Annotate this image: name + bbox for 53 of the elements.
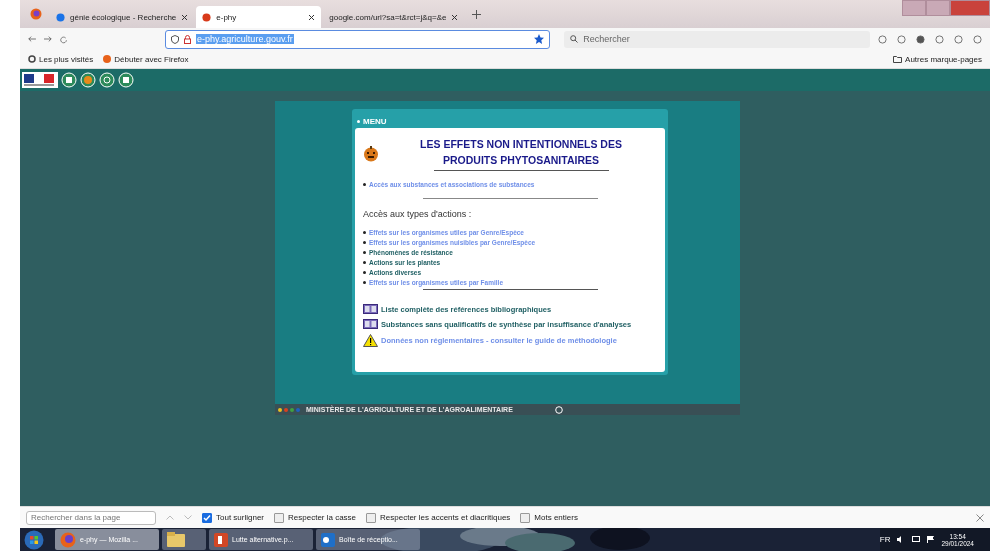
flag-icon[interactable]: [927, 536, 935, 543]
star-icon[interactable]: [534, 34, 545, 44]
folder-icon: [893, 55, 903, 63]
new-tab-icon[interactable]: [472, 9, 482, 19]
menu-label: MENU: [363, 117, 387, 127]
bookmarks-folder[interactable]: Autres marque-pages: [893, 54, 982, 64]
browser-tab[interactable]: génie écologique - Recherche: [50, 6, 195, 28]
option-label[interactable]: Respecter les accents et diacritiques: [380, 513, 511, 522]
folder-icon: [167, 532, 185, 547]
option-label[interactable]: Tout surligner: [216, 513, 265, 522]
bullet-icon: [363, 261, 366, 264]
bullet-icon: [357, 120, 360, 123]
checkbox[interactable]: [366, 512, 377, 523]
close-icon[interactable]: [181, 13, 189, 21]
option-label[interactable]: Mots entiers: [534, 513, 578, 522]
bookmark-link[interactable]: Débuter avec Firefox: [103, 54, 189, 64]
lock-icon: [184, 34, 191, 44]
dot-icon: [296, 407, 300, 412]
search-field[interactable]: Rechercher: [564, 30, 870, 48]
bullet-icon: [363, 281, 366, 284]
taskbar-button[interactable]: [162, 529, 206, 550]
bookmark-link[interactable]: Les plus visités: [28, 54, 94, 64]
forward-icon[interactable]: [43, 35, 52, 43]
book-icon: [363, 319, 378, 329]
warning-icon: [363, 334, 378, 347]
bullet-icon: [363, 231, 366, 234]
bullet-icon: [363, 251, 366, 254]
language-indicator[interactable]: FR: [879, 535, 891, 544]
bullet-icon: [363, 271, 366, 274]
bullet-icon: [363, 241, 366, 244]
bullet-icon: [363, 183, 366, 186]
browser-tab[interactable]: google.com/url?sa=t&rct=j&q=&e: [323, 6, 465, 28]
dot-icon: [284, 407, 288, 412]
reload-icon[interactable]: [59, 34, 67, 44]
close-icon[interactable]: [451, 13, 459, 21]
page-title: PRODUITS PHYTOSANITAIRES: [443, 153, 599, 168]
dot-icon: [290, 407, 294, 412]
checkbox[interactable]: [274, 512, 285, 523]
page-title: LES EFFETS NON INTENTIONNELS DES: [420, 137, 622, 152]
shield-icon: [171, 34, 179, 44]
checkbox[interactable]: [520, 512, 531, 523]
back-icon[interactable]: [28, 35, 36, 43]
book-icon: [363, 304, 378, 314]
section-heading: Accès aux types d'actions :: [363, 209, 473, 219]
search-icon: [570, 35, 579, 43]
find-field[interactable]: Rechercher dans la page: [26, 510, 156, 525]
start-button[interactable]: [24, 529, 44, 550]
flag-logo[interactable]: [22, 72, 58, 88]
dot-icon: [278, 407, 282, 412]
browser-tab[interactable]: e-phy: [196, 6, 322, 28]
option-label[interactable]: Respecter la casse: [288, 513, 357, 522]
close-icon[interactable]: [308, 13, 316, 21]
checkbox[interactable]: [202, 512, 212, 523]
